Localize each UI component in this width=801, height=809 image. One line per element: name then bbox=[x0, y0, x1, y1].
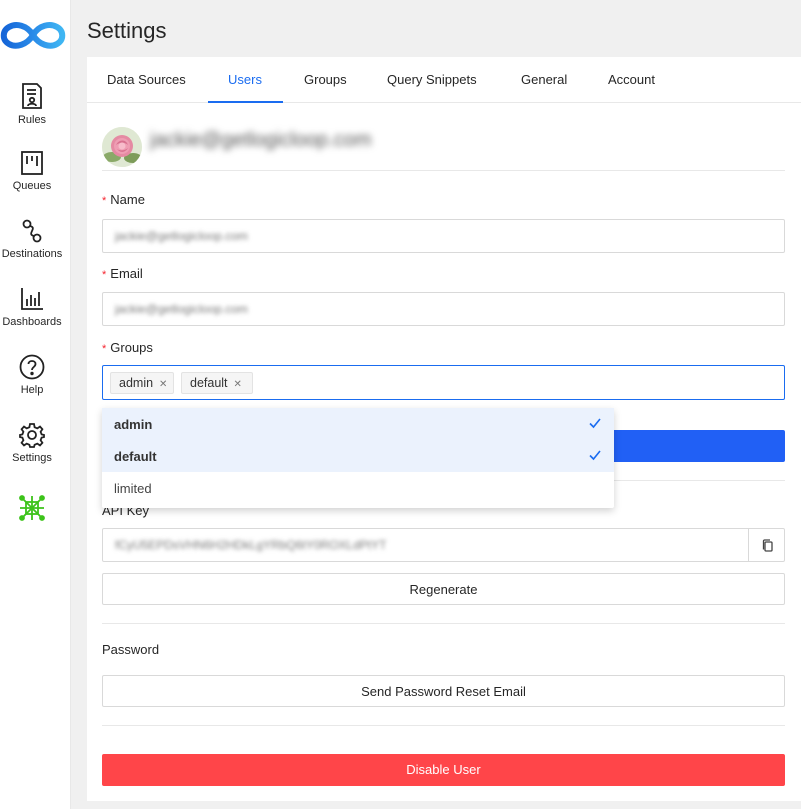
user-email-heading: jackie@getlogicloop.com bbox=[150, 129, 372, 151]
divider bbox=[102, 623, 785, 624]
tab-query-snippets[interactable]: Query Snippets bbox=[387, 72, 477, 87]
email-field[interactable]: jackie@getlogicloop.com bbox=[102, 292, 785, 326]
required-mark: * bbox=[102, 195, 107, 207]
network-icon[interactable] bbox=[18, 494, 46, 522]
copy-button[interactable] bbox=[748, 528, 785, 562]
groups-label-text: Groups bbox=[110, 340, 153, 355]
page-title: Settings bbox=[87, 18, 167, 43]
sidebar: Rules Queues Destinations Dashboards Hel… bbox=[0, 0, 71, 809]
sidebar-item-destinations[interactable]: Destinations bbox=[0, 218, 64, 278]
name-label: * Name bbox=[102, 192, 145, 207]
dropdown-option-label: limited bbox=[114, 481, 152, 496]
dropdown-option-admin[interactable]: admin bbox=[102, 408, 614, 440]
rules-icon bbox=[0, 82, 64, 110]
name-field-value: jackie@getlogicloop.com bbox=[115, 229, 248, 243]
close-icon[interactable]: ✕ bbox=[159, 379, 167, 390]
tab-groups[interactable]: Groups bbox=[304, 72, 347, 87]
main-content: Settings Data Sources Users Groups Query… bbox=[72, 0, 801, 809]
tab-users[interactable]: Users bbox=[228, 72, 262, 87]
api-key-value: fCyU5EPDsVHN6H2HDkLgYRbQ6tY0ROXLdPtYT bbox=[115, 538, 387, 552]
email-label: * Email bbox=[102, 266, 143, 281]
tab-data-sources[interactable]: Data Sources bbox=[107, 72, 186, 87]
dropdown-option-label: admin bbox=[114, 417, 153, 432]
required-mark: * bbox=[102, 269, 107, 281]
divider bbox=[102, 170, 785, 171]
sidebar-item-rules[interactable]: Rules bbox=[0, 82, 64, 142]
sidebar-item-label: Queues bbox=[12, 180, 52, 192]
regenerate-button[interactable]: Regenerate bbox=[102, 573, 785, 605]
group-tag-label: admin bbox=[119, 376, 154, 390]
sidebar-item-queues[interactable]: Queues bbox=[0, 150, 64, 210]
close-icon[interactable]: ✕ bbox=[234, 379, 242, 390]
dashboards-icon bbox=[0, 286, 64, 312]
group-tag-default: default ✕ bbox=[181, 372, 253, 394]
groups-label: * Groups bbox=[102, 340, 153, 355]
infinity-logo-icon[interactable] bbox=[0, 18, 66, 52]
dropdown-option-label: default bbox=[114, 449, 157, 464]
queues-icon bbox=[0, 150, 64, 176]
divider bbox=[102, 725, 785, 726]
name-field[interactable]: jackie@getlogicloop.com bbox=[102, 219, 785, 253]
check-icon bbox=[588, 416, 602, 433]
required-mark: * bbox=[102, 343, 107, 355]
api-key-field[interactable]: fCyU5EPDsVHN6H2HDkLgYRbQ6tY0ROXLdPtYT bbox=[102, 528, 749, 562]
dropdown-option-default[interactable]: default bbox=[102, 440, 614, 472]
email-field-value: jackie@getlogicloop.com bbox=[115, 302, 248, 316]
help-icon bbox=[0, 354, 64, 380]
destinations-icon bbox=[0, 218, 64, 244]
tab-account[interactable]: Account bbox=[608, 72, 655, 87]
sidebar-item-help[interactable]: Help bbox=[0, 354, 64, 414]
group-tag-admin: admin ✕ bbox=[110, 372, 174, 394]
send-password-reset-button[interactable]: Send Password Reset Email bbox=[102, 675, 785, 707]
password-label: Password bbox=[102, 642, 160, 657]
tab-bar: Data Sources Users Groups Query Snippets… bbox=[87, 57, 801, 103]
groups-select[interactable]: admin ✕ default ✕ bbox=[102, 365, 785, 400]
sidebar-item-label: Rules bbox=[17, 114, 47, 126]
sidebar-item-settings[interactable]: Settings bbox=[0, 422, 64, 482]
dropdown-option-limited[interactable]: limited bbox=[102, 472, 614, 504]
settings-card: Data Sources Users Groups Query Snippets… bbox=[87, 57, 801, 801]
avatar bbox=[102, 127, 142, 167]
sidebar-item-label: Help bbox=[20, 384, 44, 396]
group-tag-label: default bbox=[190, 376, 228, 390]
name-label-text: Name bbox=[110, 192, 145, 207]
disable-user-button[interactable]: Disable User bbox=[102, 754, 785, 786]
sidebar-item-label: Dashboards bbox=[2, 316, 62, 328]
sidebar-item-label: Settings bbox=[12, 452, 52, 464]
sidebar-item-label: Destinations bbox=[1, 248, 63, 260]
gear-icon bbox=[0, 422, 64, 448]
tab-general[interactable]: General bbox=[521, 72, 567, 87]
email-label-text: Email bbox=[110, 266, 143, 281]
active-tab-indicator bbox=[208, 101, 283, 103]
sidebar-item-dashboards[interactable]: Dashboards bbox=[0, 286, 64, 346]
check-icon bbox=[588, 448, 602, 465]
groups-dropdown: admin default limited bbox=[102, 408, 614, 508]
